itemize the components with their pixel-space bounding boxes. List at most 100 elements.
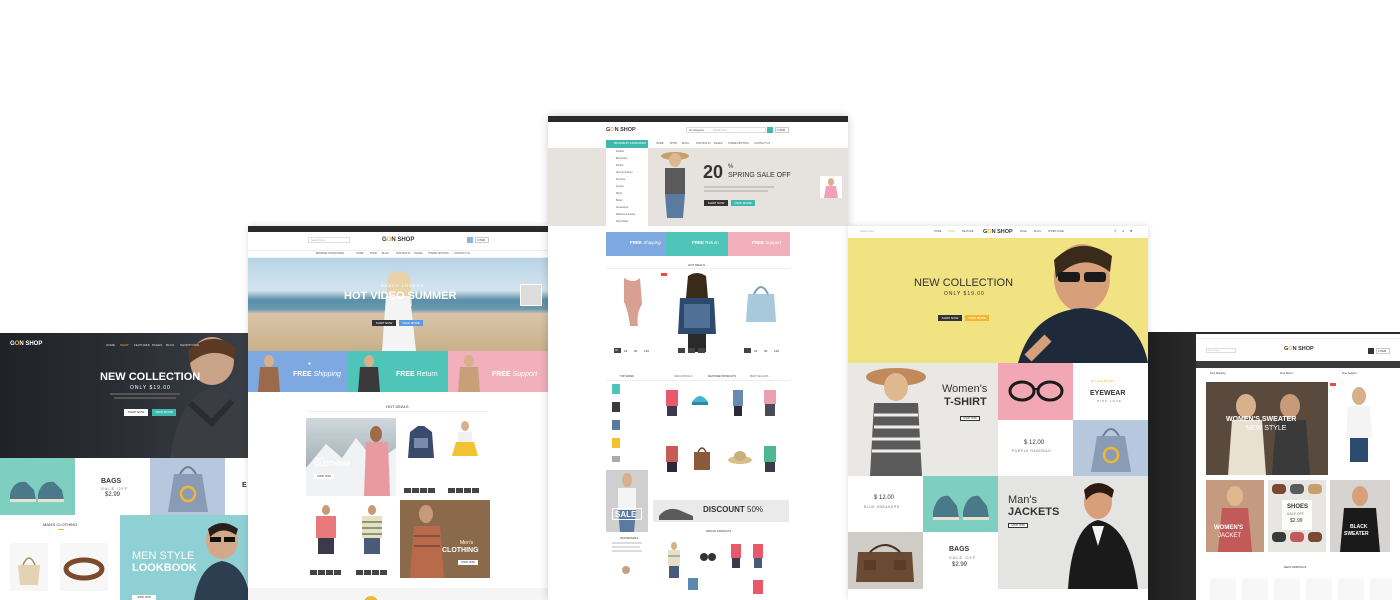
product-card[interactable] xyxy=(758,440,782,474)
product-card[interactable] xyxy=(610,274,656,330)
lookbook-button[interactable]: SHOP NOW xyxy=(132,595,156,600)
sneakers-tile[interactable] xyxy=(923,476,998,532)
shop-now-button[interactable]: SHOP NOW xyxy=(1008,523,1028,528)
category-item[interactable]: Furniture xyxy=(616,179,625,181)
product-card[interactable] xyxy=(660,272,734,354)
clothing-banner[interactable]: Men's CLOTHING SHOP NOW xyxy=(306,418,396,496)
lookbook-banner[interactable]: MEN STYLE LOOKBOOK SHOP NOW xyxy=(120,515,250,600)
view-more-button[interactable]: VIEW MORE xyxy=(399,320,423,326)
promo-shoes[interactable] xyxy=(0,458,75,515)
logo[interactable]: GON SHOP xyxy=(983,229,1013,235)
theme-preview-yellow[interactable]: Search here... HOME SHOP FEATURE GON SHO… xyxy=(848,226,1148,600)
top-rated-thumb[interactable] xyxy=(612,420,620,430)
free-return-banner[interactable]: FREE Return xyxy=(666,232,728,256)
promo-tote[interactable] xyxy=(150,458,225,515)
nav-shortcode[interactable]: SHORTCODE xyxy=(1048,230,1064,233)
free-shipping-banner[interactable]: FREE Shipping xyxy=(606,232,666,256)
category-item[interactable]: Music xyxy=(616,193,622,195)
product-card[interactable] xyxy=(748,540,768,570)
product-card[interactable] xyxy=(726,384,750,418)
shop-now-button[interactable]: SHOP NOW xyxy=(960,416,980,421)
bags-tile[interactable]: BAGS SALE OFF $2.99 xyxy=(923,532,998,589)
theme-preview-sweater[interactable]: GON SHOP Search here... 0 ITEM Free Ship… xyxy=(1148,332,1400,600)
cart-count[interactable]: 0 ITEM xyxy=(775,127,789,133)
nav-shop[interactable]: SHOP xyxy=(120,343,129,347)
view-more-button[interactable]: VIEW MORE xyxy=(965,315,989,321)
nav-home[interactable]: HOME xyxy=(934,230,942,233)
womens-tshirt-banner[interactable]: Women's T-SHIRT SHOP NOW xyxy=(848,363,998,476)
shop-now-button[interactable]: SHOP NOW xyxy=(124,409,148,416)
theme-preview-spring[interactable]: GON SHOP All categories Search here... 0… xyxy=(548,116,848,600)
free-support-banner[interactable]: FREE Support xyxy=(448,351,548,392)
product-card[interactable] xyxy=(402,418,440,468)
product-card[interactable] xyxy=(1210,578,1236,600)
cart-icon[interactable]: ■ xyxy=(1130,229,1132,233)
product-card[interactable] xyxy=(688,384,712,418)
product-card[interactable] xyxy=(660,440,684,474)
top-rated-thumb[interactable] xyxy=(612,384,620,394)
search-input[interactable]: Search here... xyxy=(713,129,729,132)
nav-pages[interactable]: PAGES xyxy=(714,142,722,145)
mens-clothing-banner[interactable]: Men's CLOTHING SHOP NOW xyxy=(400,500,490,578)
promo-bags[interactable]: BAGS SALE OFF $2.99 xyxy=(75,458,150,515)
nav-theme-options[interactable]: THEME OPTIONS xyxy=(428,252,449,255)
category-item[interactable]: Kids & Baby xyxy=(616,221,629,223)
nav-contact[interactable]: CONTACT US xyxy=(754,142,770,145)
free-support-banner[interactable]: FREE Support xyxy=(728,232,790,256)
nav-blog[interactable]: BLOG xyxy=(682,142,689,145)
nav-shop[interactable]: SHOP xyxy=(948,230,955,233)
mans-jackets-banner[interactable]: Man's JACKETS SHOP NOW xyxy=(998,476,1148,589)
shop-now-button[interactable]: SHOP NOW xyxy=(704,200,728,206)
product-card[interactable] xyxy=(352,502,392,556)
discount-banner[interactable]: DISCOUNT 50% xyxy=(653,500,789,522)
free-return-banner[interactable]: FREE Return xyxy=(348,351,448,392)
logo[interactable]: GON SHOP xyxy=(1284,346,1314,352)
product-card[interactable] xyxy=(1338,578,1364,600)
category-item[interactable]: Watches & Jewelry xyxy=(616,214,635,216)
cart-count[interactable]: 0 ITEM xyxy=(1376,348,1390,354)
search-category[interactable]: All categories xyxy=(689,129,704,132)
top-rated-thumb[interactable] xyxy=(612,456,620,462)
product-card[interactable] xyxy=(1242,578,1268,600)
nav-contact[interactable]: CONTACT US xyxy=(454,252,470,255)
logo[interactable]: GON SHOP xyxy=(382,237,414,243)
logo[interactable]: GON SHOP xyxy=(606,127,636,133)
nav-home[interactable]: HOME xyxy=(656,142,664,145)
product-thumb[interactable] xyxy=(688,578,698,590)
category-item[interactable]: Jewelry xyxy=(616,186,624,188)
product-card[interactable] xyxy=(1306,578,1332,600)
logo[interactable]: GON SHOP xyxy=(10,341,42,347)
product-card[interactable] xyxy=(660,540,688,580)
view-more-button[interactable]: VIEW MORE xyxy=(152,409,176,416)
user-icon[interactable]: ● xyxy=(1122,229,1124,233)
nav-pages[interactable]: PAGES xyxy=(414,252,422,255)
mens-button[interactable]: SHOP NOW xyxy=(458,560,478,565)
free-shipping-banner[interactable]: ● FREE Shipping xyxy=(248,351,348,392)
cart-count[interactable]: 0 ITEM xyxy=(475,237,489,243)
product-card[interactable] xyxy=(660,384,684,418)
nav-blog[interactable]: BLOG xyxy=(382,252,389,255)
featured-product[interactable] xyxy=(1328,382,1390,475)
product-card[interactable] xyxy=(726,440,754,474)
nav-portfolio[interactable]: PORTFOLIO xyxy=(696,142,710,145)
category-item[interactable]: Books xyxy=(616,200,622,202)
search-button[interactable] xyxy=(767,127,773,133)
product-card[interactable] xyxy=(738,274,784,330)
handbag-price-tile[interactable]: $ 12.00 PURPLE HANDBAG xyxy=(998,420,1073,476)
nav-shop[interactable]: SHOP xyxy=(670,142,677,145)
category-item[interactable]: Fashion xyxy=(616,151,624,153)
sunglasses-tile[interactable] xyxy=(998,363,1073,420)
category-header[interactable]: BROWSE BY CATEGORIES xyxy=(606,140,648,148)
product-card[interactable] xyxy=(758,384,782,418)
product-card[interactable] xyxy=(688,440,716,474)
category-item[interactable]: Electronics xyxy=(616,158,627,160)
hero-thumbnail[interactable] xyxy=(820,176,842,198)
cart-icon[interactable] xyxy=(467,237,473,243)
search-input[interactable]: Search here... xyxy=(1206,348,1236,353)
tab-featured[interactable]: FEATURED PRODUCTS xyxy=(708,375,736,378)
product-card[interactable] xyxy=(10,543,48,591)
cart-icon[interactable] xyxy=(1368,348,1374,354)
nav-features[interactable]: FEATURES xyxy=(134,343,150,347)
product-card[interactable] xyxy=(446,418,484,468)
sneakers-price-tile[interactable]: $ 12.00 BLUE SNEAKERS xyxy=(848,476,923,532)
